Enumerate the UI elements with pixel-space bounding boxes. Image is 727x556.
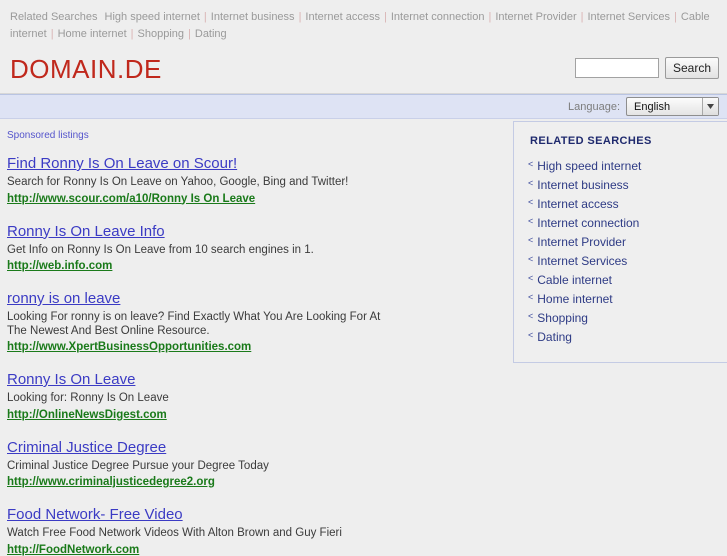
ad-title-link[interactable]: ronny is on leave (7, 290, 120, 308)
ad-url-link[interactable]: http://www.criminaljusticedegree2.org (7, 476, 215, 488)
top-strip-separator: | (188, 28, 191, 40)
top-strip-separator: | (50, 28, 54, 40)
chevron-down-icon (702, 98, 718, 115)
sidebar-related-search-label: Internet Provider (537, 235, 626, 249)
ad-description: Criminal Justice Degree Pursue your Degr… (7, 459, 269, 472)
ads-list: Find Ronny Is On Leave on Scour! Search f… (7, 155, 500, 556)
sidebar-related-search-label: Dating (537, 330, 572, 344)
ad-title-link[interactable]: Ronny Is On Leave (7, 371, 135, 389)
search-input[interactable] (574, 58, 659, 78)
related-searches-box: RELATED SEARCHES ˂ High speed internet ˂ In… (513, 121, 727, 363)
language-bar: Language: English (0, 94, 727, 119)
top-strip-link[interactable]: Internet Provider (495, 11, 576, 23)
ad-title-link[interactable]: Ronny Is On Leave Info (7, 223, 165, 241)
language-label: Language: (568, 100, 620, 113)
chevron-right-bullet-icon: ˂ (528, 254, 534, 264)
top-strip-link[interactable]: Shopping (138, 28, 185, 40)
ad-listing: Find Ronny Is On Leave on Scour! Search f… (7, 155, 500, 205)
sponsored-listings-label: Sponsored listings (7, 130, 89, 141)
top-strip-separator: | (203, 11, 207, 23)
site-logo: DOMAIN.DE (10, 54, 162, 84)
sidebar-related-search-item[interactable]: ˂ Home internet (528, 291, 727, 307)
sidebar-related-search-item[interactable]: ˂ Internet access (528, 196, 727, 212)
ad-title-link[interactable]: Food Network- Free Video (7, 506, 183, 524)
ad-description: Looking for: Ronny Is On Leave (7, 392, 169, 404)
top-strip-separator: | (674, 11, 677, 23)
ad-title-link[interactable]: Find Ronny Is On Leave on Scour! (7, 155, 237, 173)
ad-url-link[interactable]: http://OnlineNewsDigest.com (7, 409, 167, 421)
sidebar-related-search-item[interactable]: ˂ Shopping (528, 310, 727, 326)
ad-listing: Food Network- Free Video Watch Free Food … (7, 506, 500, 556)
top-strip-separator: | (488, 11, 492, 23)
ad-url-link[interactable]: http://FoodNetwork.com (7, 544, 139, 556)
language-select[interactable]: English (626, 97, 719, 116)
sponsored-listings-column: Sponsored listings Find Ronny Is On Leav… (0, 119, 500, 556)
top-strip-link[interactable]: Internet business (211, 11, 295, 23)
ad-url-link[interactable]: http://web.info.com (7, 260, 112, 272)
top-strip-separator: | (384, 11, 387, 23)
ad-url-link[interactable]: http://www.XpertBusinessOpportunities.co… (7, 341, 251, 353)
sidebar: RELATED SEARCHES ˂ High speed internet ˂ In… (513, 121, 727, 363)
sidebar-related-search-item[interactable]: ˂ Internet Provider (528, 234, 727, 250)
chevron-right-bullet-icon: ˂ (528, 216, 534, 226)
top-strip-label: Related Searches (10, 11, 98, 23)
chevron-right-bullet-icon: ˂ (528, 311, 534, 321)
ad-description: Looking For ronny is on leave? Find Exac… (7, 311, 381, 337)
ad-listing: Ronny Is On Leave Info Get Info on Ronny … (7, 223, 500, 273)
chevron-right-bullet-icon: ˂ (528, 273, 534, 283)
sidebar-related-search-label: Home internet (537, 292, 613, 306)
chevron-right-bullet-icon: ˂ (528, 292, 534, 302)
sidebar-related-search-label: Cable internet (537, 273, 612, 287)
chevron-right-bullet-icon: ˂ (528, 159, 534, 169)
top-strip-link[interactable]: Internet access (305, 11, 380, 23)
ad-url-link[interactable]: http://www.scour.com/a10/Ronny Is On Lea… (7, 193, 255, 205)
language-selected-value: English (634, 100, 671, 113)
ad-listing: Ronny Is On Leave Looking for: Ronny Is O… (7, 371, 500, 421)
sidebar-related-search-item[interactable]: ˂ Internet Services (528, 253, 727, 269)
search-area: Search (574, 57, 719, 79)
sidebar-related-search-label: Internet business (537, 178, 629, 192)
sidebar-related-search-item[interactable]: ˂ High speed internet (528, 158, 727, 174)
top-strip-separator: | (580, 11, 584, 23)
sidebar-related-search-item[interactable]: ˂ Internet connection (528, 215, 727, 231)
ad-title-link[interactable]: Criminal Justice Degree (7, 439, 166, 457)
sidebar-related-search-label: High speed internet (537, 159, 642, 173)
top-strip-separator: | (298, 11, 302, 23)
site-header: DOMAIN.DE Search (0, 47, 727, 94)
top-strip-link[interactable]: Internet connection (391, 11, 485, 23)
top-strip-link[interactable]: High speed internet (105, 11, 200, 23)
top-strip-separator: | (130, 28, 134, 40)
top-related-searches-strip: Related Searches High speed internet | Int… (0, 0, 727, 47)
ad-listing: Criminal Justice Degree Criminal Justice … (7, 439, 500, 489)
page-content: Sponsored listings Find Ronny Is On Leav… (0, 119, 727, 556)
sidebar-related-search-item[interactable]: ˂ Internet business (528, 177, 727, 193)
chevron-right-bullet-icon: ˂ (528, 178, 534, 188)
related-searches-list: ˂ High speed internet ˂ Internet business ˂ I… (528, 158, 727, 345)
search-button[interactable]: Search (664, 57, 719, 79)
sidebar-related-search-label: Internet access (537, 197, 619, 211)
chevron-right-bullet-icon: ˂ (528, 330, 534, 340)
chevron-right-bullet-icon: ˂ (528, 197, 534, 207)
ad-description: Search for Ronny Is On Leave on Yahoo, G… (7, 176, 349, 188)
chevron-right-bullet-icon: ˂ (528, 235, 534, 245)
sidebar-related-search-label: Internet connection (537, 216, 640, 230)
top-strip-link[interactable]: Home internet (58, 28, 127, 40)
ad-listing: ronny is on leave Looking For ronny is on… (7, 290, 500, 353)
ad-description: Watch Free Food Network Videos With Alto… (7, 527, 342, 539)
top-strip-link[interactable]: Internet Services (588, 11, 671, 23)
sidebar-related-search-label: Internet Services (537, 254, 628, 268)
sidebar-related-search-label: Shopping (537, 311, 588, 325)
sidebar-related-search-item[interactable]: ˂ Dating (528, 329, 727, 345)
ad-description: Get Info on Ronny Is On Leave from 10 se… (7, 243, 314, 256)
top-strip-link[interactable]: Dating (195, 28, 227, 40)
sidebar-related-search-item[interactable]: ˂ Cable internet (528, 272, 727, 288)
related-searches-title: RELATED SEARCHES (530, 135, 652, 147)
